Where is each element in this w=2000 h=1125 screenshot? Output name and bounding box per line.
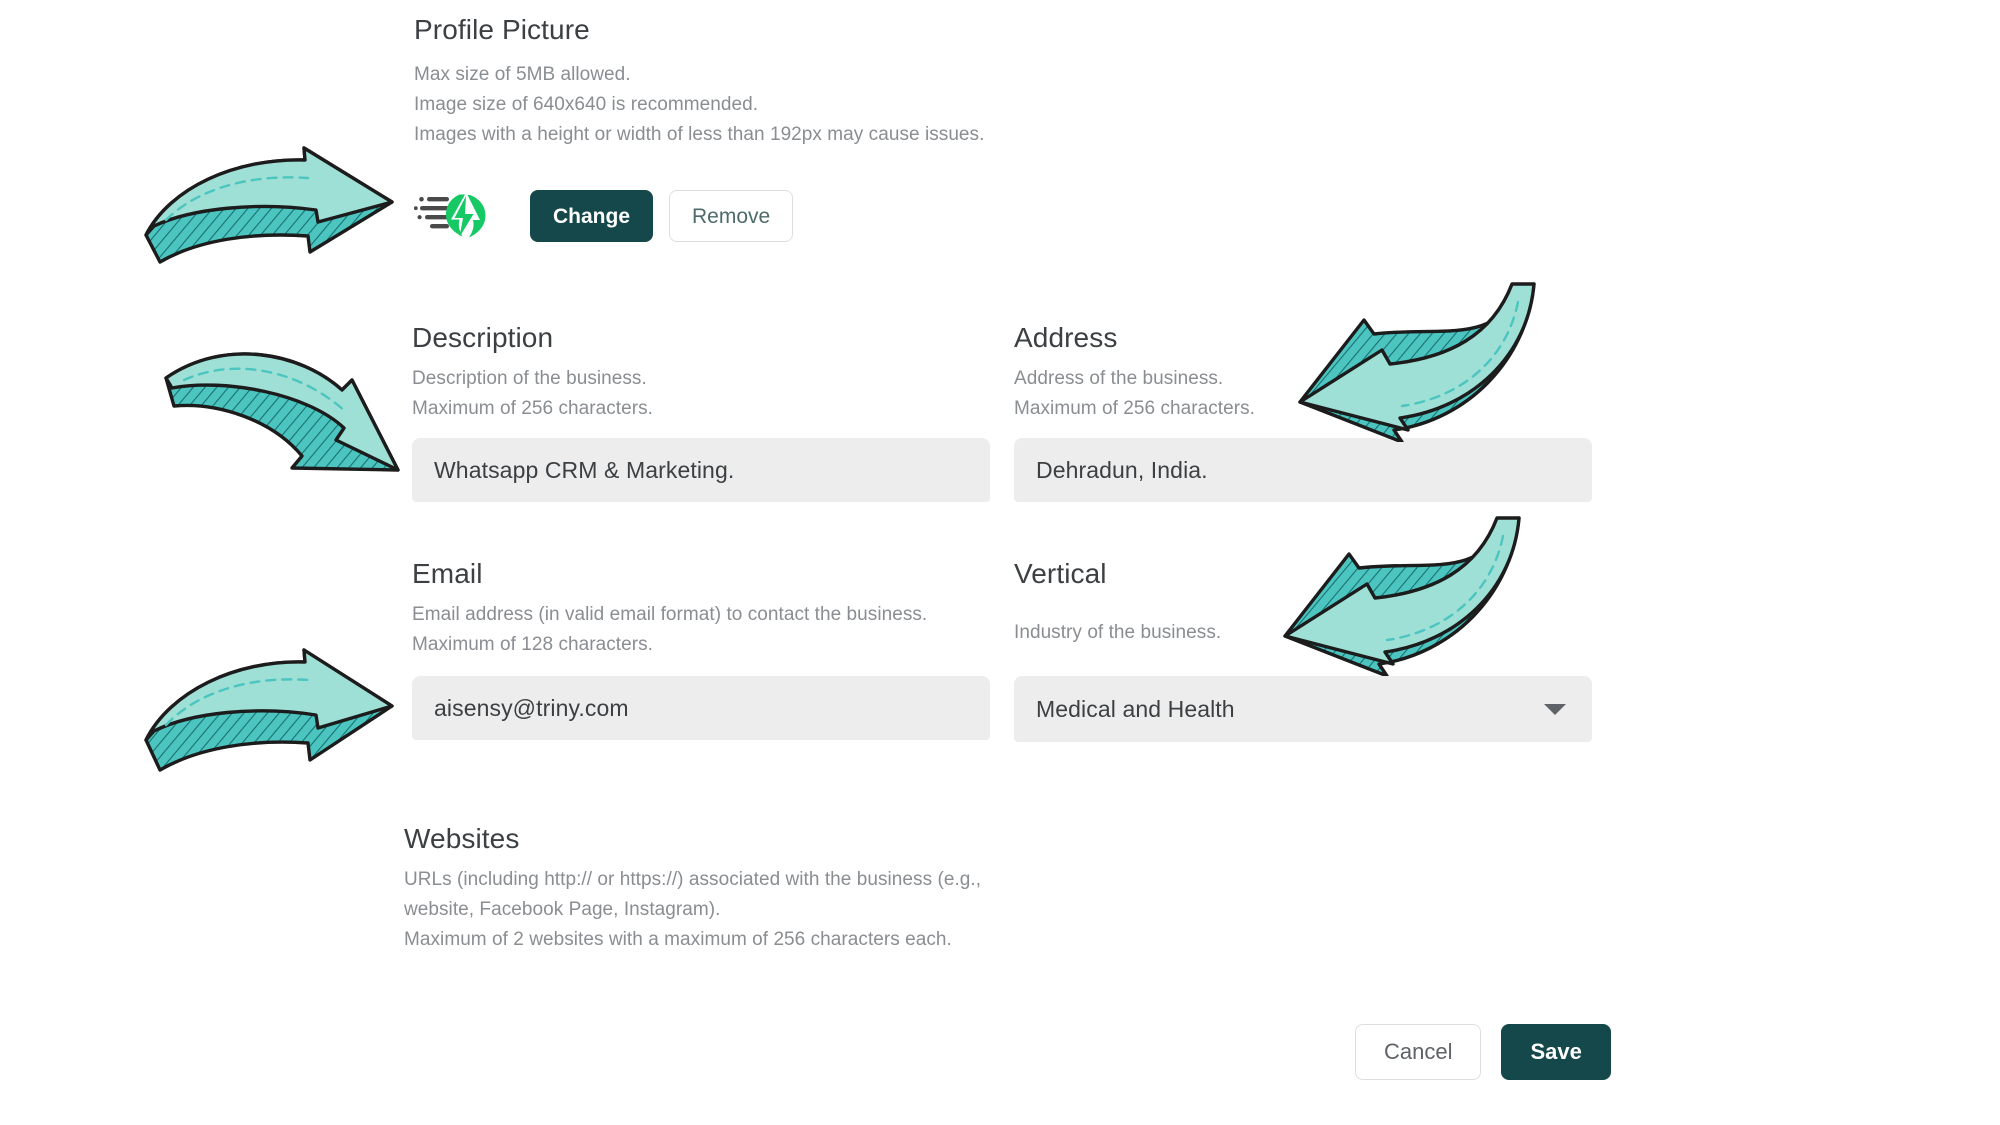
description-helper-2: Maximum of 256 characters.: [412, 398, 653, 420]
form-actions: Cancel Save: [1355, 1024, 1611, 1080]
email-title: Email: [412, 558, 483, 589]
profile-picture-section: Profile Picture Max size of 5MB allowed.…: [414, 14, 1314, 243]
aisensy-logo-icon: [414, 194, 486, 238]
address-title: Address: [1014, 322, 1118, 353]
vertical-field-group: Vertical Industry of the business. Medic…: [1014, 558, 1592, 743]
chevron-down-icon: [1544, 703, 1566, 715]
profile-picture-helper-1: Max size of 5MB allowed.: [414, 64, 631, 86]
websites-title: Websites: [404, 823, 520, 854]
websites-helper-2: Maximum of 2 websites with a maximum of …: [404, 929, 952, 951]
description-field-group: Description Description of the business.…: [412, 322, 990, 503]
profile-picture-helper-2: Image size of 640x640 is recommended.: [414, 94, 759, 116]
email-helper-1: Email address (in valid email format) to…: [412, 604, 928, 626]
profile-picture-helper-3: Images with a height or width of less th…: [414, 124, 985, 146]
arrow-to-profile-picture: [144, 146, 394, 264]
description-helper-1: Description of the business.: [412, 368, 647, 390]
profile-picture-title: Profile Picture: [414, 14, 590, 45]
websites-helper-1: URLs (including http:// or https://) ass…: [404, 869, 982, 921]
save-button[interactable]: Save: [1501, 1024, 1611, 1080]
email-input[interactable]: aisensy@triny.com: [412, 676, 990, 741]
description-input-value: Whatsapp CRM & Marketing.: [434, 456, 735, 483]
change-profile-picture-button[interactable]: Change: [530, 190, 654, 243]
vertical-select[interactable]: Medical and Health: [1014, 676, 1592, 743]
business-profile-settings-page: Profile Picture Max size of 5MB allowed.…: [0, 0, 2000, 1125]
vertical-select-value: Medical and Health: [1036, 695, 1235, 722]
profile-picture-controls: Change Remove: [414, 190, 1314, 243]
address-input-value: Dehradun, India.: [1036, 456, 1208, 483]
vertical-helper-1: Industry of the business.: [1014, 622, 1222, 644]
address-helper-1: Address of the business.: [1014, 368, 1224, 390]
cancel-button[interactable]: Cancel: [1355, 1024, 1482, 1080]
address-input[interactable]: Dehradun, India.: [1014, 438, 1592, 503]
vertical-title: Vertical: [1014, 558, 1107, 589]
email-helper-2: Maximum of 128 characters.: [412, 634, 653, 656]
address-helper-2: Maximum of 256 characters.: [1014, 398, 1255, 420]
arrow-to-email: [144, 648, 394, 772]
description-title: Description: [412, 322, 554, 353]
address-field-group: Address Address of the business. Maximum…: [1014, 322, 1592, 503]
description-input[interactable]: Whatsapp CRM & Marketing.: [412, 438, 990, 503]
websites-field-group: Websites URLs (including http:// or http…: [404, 823, 982, 955]
email-field-group: Email Email address (in valid email form…: [412, 558, 990, 741]
remove-profile-picture-button[interactable]: Remove: [669, 190, 794, 243]
email-input-value: aisensy@triny.com: [434, 694, 629, 721]
arrow-to-description: [164, 352, 400, 472]
